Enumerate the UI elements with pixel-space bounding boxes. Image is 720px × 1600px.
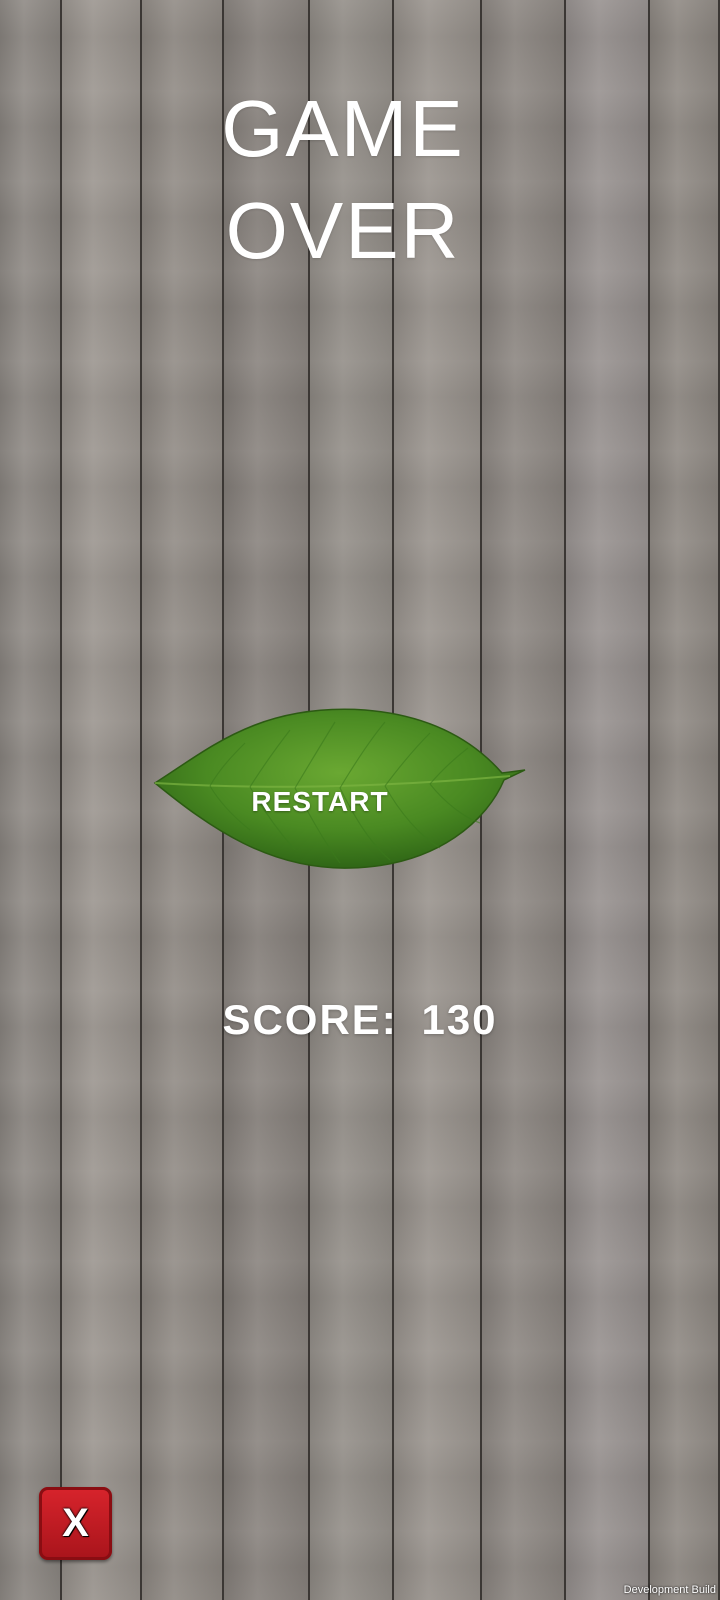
development-build-label: Development Build	[623, 1584, 716, 1596]
close-icon: X	[62, 1501, 89, 1545]
game-over-screen: GAME OVER RESTART SCORE: 130 X Developme…	[0, 0, 720, 1600]
game-over-title: GAME OVER	[0, 78, 686, 282]
title-line-2: OVER	[225, 186, 461, 275]
restart-label: RESTART	[251, 786, 389, 817]
title-line-1: GAME	[221, 84, 465, 173]
close-button[interactable]: X	[39, 1487, 112, 1560]
score-label: SCORE:	[222, 996, 398, 1043]
restart-button[interactable]: RESTART	[150, 708, 536, 892]
score-value: 130	[421, 996, 498, 1043]
score-display: SCORE: 130	[0, 996, 720, 1044]
